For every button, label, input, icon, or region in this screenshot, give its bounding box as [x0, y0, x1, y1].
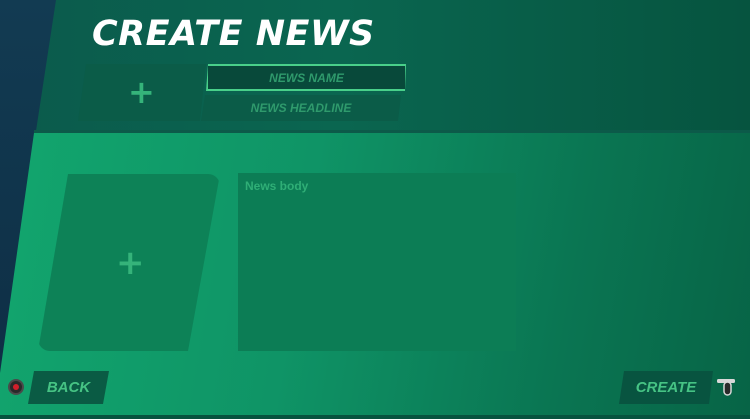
news-name-placeholder: NEWS NAME	[269, 70, 344, 85]
plus-icon: +	[116, 243, 145, 283]
bottom-strip	[0, 415, 750, 419]
add-image-button[interactable]: +	[38, 174, 220, 351]
news-name-input[interactable]: NEWS NAME	[206, 64, 406, 91]
create-label: CREATE	[635, 379, 697, 396]
news-headline-input[interactable]: NEWS HEADLINE	[201, 95, 401, 121]
trigger-button-icon	[717, 379, 735, 396]
back-label: BACK	[46, 379, 91, 396]
add-thumbnail-button[interactable]: +	[78, 64, 206, 121]
page-title: CREATE NEWS	[92, 14, 375, 54]
create-button[interactable]: CREATE	[619, 371, 713, 404]
back-button[interactable]: BACK	[28, 371, 109, 404]
news-body-placeholder: News body	[245, 179, 309, 193]
news-headline-placeholder: NEWS HEADLINE	[250, 101, 352, 115]
news-body-textarea[interactable]: News body	[238, 173, 516, 351]
plus-icon: +	[128, 73, 155, 111]
b-button-icon	[8, 379, 24, 395]
